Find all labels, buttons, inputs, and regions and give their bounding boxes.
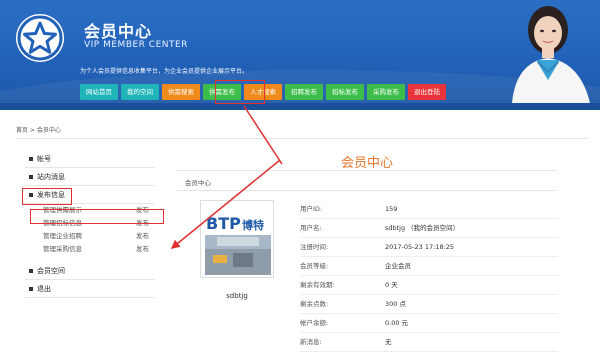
page-subtitle: VIP MEMBER CENTER [84, 40, 188, 50]
publish-link[interactable]: 发布 [136, 230, 149, 243]
info-label: 剩余有效期: [300, 281, 335, 289]
info-row: 帐户余额: 0.00 元 [300, 314, 558, 333]
info-row: 新消息: 无 [300, 333, 558, 352]
info-value: 无 [385, 338, 392, 346]
info-row: 会员等级: 企业会员 [300, 257, 558, 276]
info-label: 剩余点数: [300, 300, 329, 308]
sidebar-item-label: 退出 [37, 285, 51, 293]
avatar-username: sdbtjg [226, 292, 248, 300]
member-info-table: 用户ID: 159 用户名: sdbtjg （我的会员空间） 注册时间: 2017-05-… [300, 200, 558, 352]
sidebar-item-sidebar-items-1[interactable]: 站内消息 [25, 168, 155, 186]
bullet-icon [29, 287, 33, 291]
avatar-brand-cn: 博特 [242, 218, 264, 232]
nav-button-6[interactable]: 招标发布 [326, 84, 364, 100]
sidebar-item-label: 站内消息 [37, 173, 65, 181]
nav-button-8[interactable]: 退出登陆 [408, 84, 446, 100]
bullet-icon [29, 157, 33, 161]
page-title: 会员中心 [84, 22, 153, 41]
banner-bottom-strip [0, 103, 600, 110]
sidebar-item-sidebar-items_after-0[interactable]: 会员空间 [25, 262, 155, 280]
header-tagline: 为个人会员提供信息收集平台，为企业会员提供企业展示平台。 [80, 68, 249, 75]
panel-divider-2 [177, 190, 557, 191]
sidebar-subitem-3[interactable]: 管理采购信息 发布 [25, 243, 155, 256]
info-value: 企业会员 [385, 262, 411, 270]
nav-button-7[interactable]: 采购发布 [367, 84, 405, 100]
company-logo-icon: BTP 博特 [203, 203, 273, 277]
avatar-brand-main: BTP [206, 214, 241, 233]
panel-subtitle: 会员中心 [185, 179, 211, 187]
info-value[interactable]: sdbtjg （我的会员空间） [385, 219, 459, 238]
info-label: 会员等级: [300, 262, 329, 270]
nav-highlight-box [215, 80, 265, 104]
info-value: 0 天 [385, 281, 398, 289]
panel-title: 会员中心 [340, 156, 393, 171]
sidebar-item-label: 会员空间 [37, 267, 65, 275]
panel-divider [177, 170, 557, 171]
info-label: 帐户余额: [300, 319, 329, 327]
breadcrumb: 首页 > 会员中心 [16, 127, 61, 134]
publish-link[interactable]: 发布 [136, 243, 149, 256]
nav-button-2[interactable]: 供需搜索 [162, 84, 200, 100]
nav-button-1[interactable]: 我的空间 [121, 84, 159, 100]
info-value: 159 [385, 205, 398, 213]
info-label: 用户ID: [300, 205, 323, 213]
bullet-icon [29, 269, 33, 273]
breadcrumb-divider [16, 138, 588, 139]
submenu-highlight-box [30, 209, 164, 224]
sidebar-item-label: 帐号 [37, 155, 51, 163]
sidebar-subitem-2[interactable]: 管理企业招聘 发布 [25, 230, 155, 243]
info-value: 2017-05-23 17:18:25 [385, 243, 455, 251]
sidebar-subitem-label[interactable]: 管理采购信息 [43, 245, 82, 253]
customer-service-woman-image [512, 6, 590, 103]
bullet-icon [29, 175, 33, 179]
nav-button-5[interactable]: 招聘发布 [285, 84, 323, 100]
info-label: 用户名: [300, 224, 322, 232]
sidebar-subitem-label[interactable]: 管理企业招聘 [43, 232, 82, 240]
info-value: 300 点 [385, 300, 406, 308]
nav-button-0[interactable]: 网站首页 [80, 84, 118, 100]
info-row: 剩余点数: 300 点 [300, 295, 558, 314]
info-row: 剩余有效期: 0 天 [300, 276, 558, 295]
info-row: 用户名: sdbtjg （我的会员空间） [300, 219, 558, 238]
info-row: 注册时间: 2017-05-23 17:18:25 [300, 238, 558, 257]
sidebar: 帐号 站内消息 发布信息 管理供需展示 发布 管理招标信息 发布 管理企业招聘 发布 管理采购信息… [25, 150, 155, 298]
info-value: 0.00 元 [385, 319, 409, 327]
info-label: 新消息: [300, 338, 322, 346]
sidebar-item-sidebar-items-0[interactable]: 帐号 [25, 150, 155, 168]
sidebar-item-sidebar-items_after-1[interactable]: 退出 [25, 280, 155, 298]
info-label: 注册时间: [300, 243, 329, 251]
star-logo-icon [16, 14, 64, 62]
sidebar-highlight-box [22, 188, 72, 205]
avatar[interactable]: BTP 博特 [200, 200, 274, 278]
info-row: 用户ID: 159 [300, 200, 558, 219]
header-banner: 会员中心 VIP MEMBER CENTER 为个人会员提供信息收集平台，为企业… [0, 0, 600, 110]
